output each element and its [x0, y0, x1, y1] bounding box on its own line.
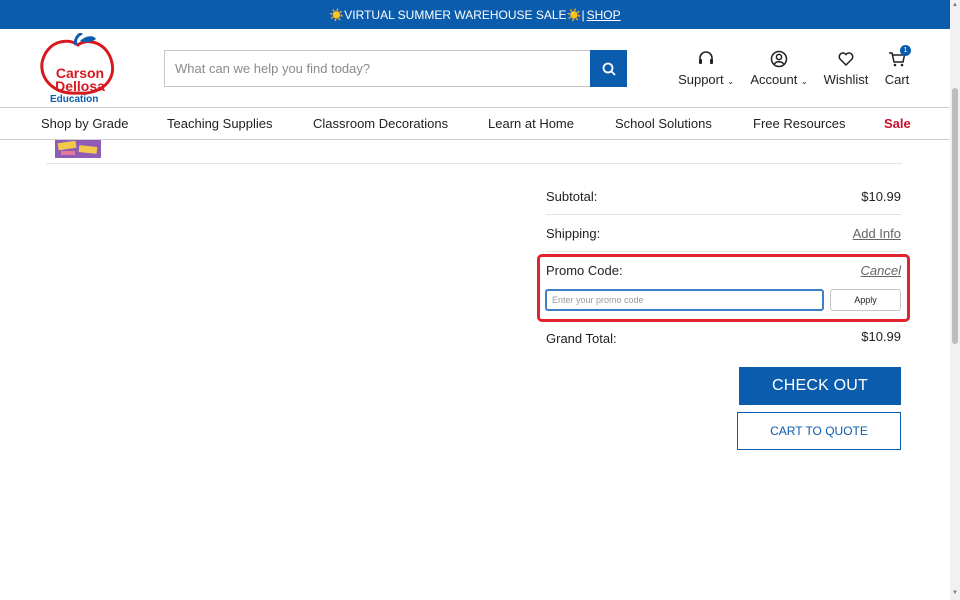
apply-promo-button[interactable]: Apply	[830, 289, 901, 311]
logo-subtitle: Education	[50, 94, 99, 105]
nav-learn-at-home[interactable]: Learn at Home	[488, 116, 574, 131]
subtotal-value: $10.99	[861, 189, 901, 204]
summary-divider	[546, 251, 901, 252]
scroll-down-arrow-icon[interactable]: ▼	[952, 590, 958, 596]
cart-link[interactable]: 1 Cart	[882, 45, 912, 87]
product-thumbnail[interactable]	[55, 140, 101, 158]
checkout-button[interactable]: CHECK OUT	[739, 367, 901, 405]
search-input[interactable]	[164, 50, 590, 87]
cart-count-badge: 1	[900, 45, 911, 56]
support-label: Support	[678, 72, 724, 87]
grand-total-label: Grand Total:	[546, 331, 617, 346]
search-button[interactable]	[590, 50, 627, 87]
shipping-label: Shipping:	[546, 226, 601, 241]
nav-shop-by-grade[interactable]: Shop by Grade	[41, 116, 128, 131]
main-nav: Shop by Grade Teaching Supplies Classroo…	[0, 108, 950, 140]
scroll-up-arrow-icon[interactable]: ▲	[952, 2, 958, 8]
cart-to-quote-button[interactable]: CART TO QUOTE	[737, 412, 901, 450]
nav-school-solutions[interactable]: School Solutions	[615, 116, 712, 131]
grand-total-value: $10.99	[861, 329, 901, 344]
nav-sale[interactable]: Sale	[884, 116, 911, 131]
promo-banner: ☀️VIRTUAL SUMMER WAREHOUSE SALE☀️| SHOP	[0, 0, 950, 29]
promo-code-input[interactable]	[545, 289, 824, 311]
wishlist-label: Wishlist	[823, 72, 869, 87]
chevron-down-icon: ⌄	[727, 77, 734, 86]
search-icon	[602, 62, 616, 76]
promo-code-label: Promo Code:	[546, 263, 623, 278]
user-icon	[770, 50, 788, 68]
page-scrollbar[interactable]: ▲ ▼	[950, 0, 960, 600]
search-bar	[164, 50, 627, 87]
nav-classroom-decorations[interactable]: Classroom Decorations	[313, 116, 448, 131]
logo-wordmark: Carson Dellosa	[50, 66, 110, 94]
subtotal-label: Subtotal:	[546, 189, 598, 204]
wishlist-link[interactable]: Wishlist	[822, 49, 870, 87]
scrollbar-thumb[interactable]	[952, 88, 958, 344]
cart-label: Cart	[884, 72, 910, 87]
shipping-add-info-link[interactable]: Add Info	[853, 226, 901, 241]
headset-icon	[699, 51, 713, 64]
nav-free-resources[interactable]: Free Resources	[753, 116, 845, 131]
account-menu[interactable]: Account ⌄	[748, 49, 810, 87]
chevron-down-icon: ⌄	[800, 77, 808, 86]
item-divider	[46, 163, 902, 164]
nav-teaching-supplies[interactable]: Teaching Supplies	[167, 116, 273, 131]
logo[interactable]: Carson Dellosa Education	[38, 31, 118, 105]
account-label: Account	[750, 72, 798, 87]
product-image	[55, 140, 101, 158]
heart-icon	[838, 52, 854, 67]
summary-divider	[546, 214, 901, 215]
shop-link[interactable]: SHOP	[587, 8, 621, 22]
site-header: Carson Dellosa Education Support ⌄ Accou…	[0, 29, 950, 108]
banner-text: ☀️VIRTUAL SUMMER WAREHOUSE SALE☀️|	[329, 7, 585, 22]
promo-cancel-link[interactable]: Cancel	[861, 263, 901, 278]
support-menu[interactable]: Support ⌄	[676, 49, 736, 87]
logo-line-2: Dellosa	[55, 78, 105, 94]
